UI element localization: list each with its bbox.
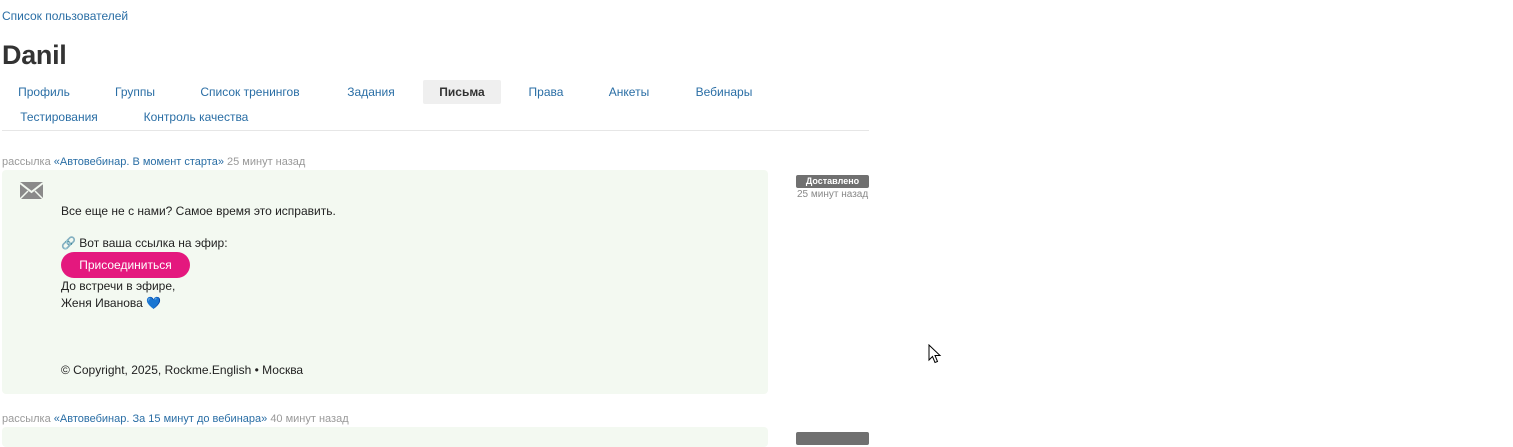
message-card[interactable]: Все еще не с нами? Самое время это испра…	[2, 170, 768, 394]
message-meta: рассылка «Автовебинар. В момент старта» …	[2, 156, 305, 168]
message-footer: © Copyright, 2025, Rockme.English • Моск…	[61, 363, 304, 377]
message-line: Все еще не с нами? Самое время это испра…	[61, 204, 336, 218]
signature-name: Женя Иванова	[61, 296, 143, 310]
tab-profile[interactable]: Профиль	[2, 80, 86, 104]
tab-quality-control[interactable]: Контроль качества	[130, 105, 262, 129]
tabs-bar: Профиль Группы Список тренингов Задания …	[2, 80, 869, 131]
join-button[interactable]: Присоединиться	[61, 252, 190, 278]
tab-groups[interactable]: Группы	[100, 80, 170, 104]
message-time: 25 минут назад	[227, 156, 306, 168]
message-time: 40 минут назад	[270, 413, 349, 425]
page-title: Danil	[2, 40, 67, 70]
status-badge: Доставлено	[796, 175, 869, 188]
tab-tasks[interactable]: Задания	[332, 80, 410, 104]
message-meta: рассылка «Автовебинар. За 15 минут до ве…	[2, 413, 349, 425]
tab-letters[interactable]: Письма	[423, 80, 501, 104]
message-line: 🔗 Вот ваша ссылка на эфир:	[61, 236, 228, 250]
status-badge	[796, 432, 869, 445]
message-line: До встречи в эфире,	[61, 279, 176, 293]
message-card[interactable]	[2, 427, 768, 447]
campaign-link[interactable]: «Автовебинар. За 15 минут до вебинара»	[54, 413, 267, 425]
tab-webinars[interactable]: Вебинары	[682, 80, 766, 104]
tab-surveys[interactable]: Анкеты	[594, 80, 664, 104]
mouse-cursor-icon	[928, 344, 942, 364]
tab-tests[interactable]: Тестирования	[2, 105, 116, 129]
envelope-icon	[20, 182, 43, 199]
message-signature: Женя Иванова 💙	[61, 296, 161, 310]
status-time: 25 минут назад	[797, 189, 869, 200]
message-type: рассылка	[2, 156, 51, 168]
tab-trainings[interactable]: Список тренингов	[184, 80, 316, 104]
tab-rights[interactable]: Права	[514, 80, 578, 104]
campaign-link[interactable]: «Автовебинар. В момент старта»	[54, 156, 224, 168]
breadcrumb-users-list[interactable]: Список пользователей	[2, 9, 128, 23]
message-type: рассылка	[2, 413, 51, 425]
heart-icon: 💙	[146, 296, 162, 310]
